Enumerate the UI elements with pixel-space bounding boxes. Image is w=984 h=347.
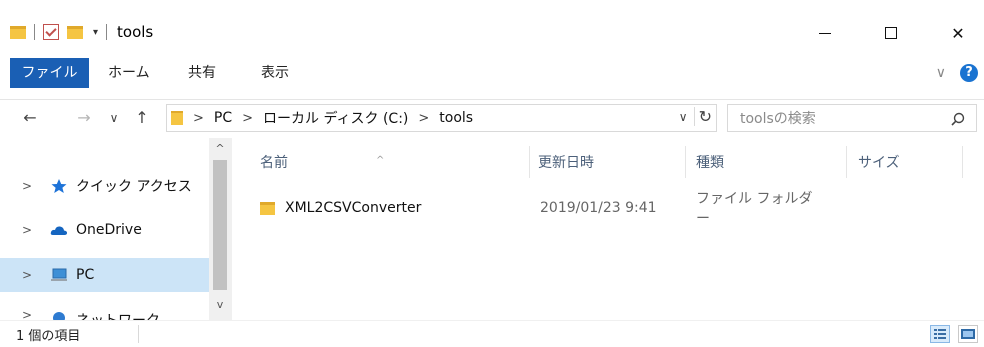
help-icon[interactable]: ? — [960, 64, 978, 82]
recent-locations-button[interactable]: ∨ — [104, 106, 124, 130]
address-bar[interactable]: > PC > ローカル ディスク (C:) > tools ∨ ↻ — [166, 104, 717, 132]
nav-item-pc[interactable]: > PC — [0, 258, 209, 292]
nav-item-onedrive[interactable]: > OneDrive — [0, 213, 209, 247]
ribbon-tabs: ファイル ホーム 共有 表示 ∨ ? — [0, 58, 984, 88]
column-divider[interactable] — [685, 146, 686, 178]
toolbar-separator — [34, 24, 35, 40]
column-divider[interactable] — [962, 146, 963, 178]
breadcrumb-local-disk[interactable]: ローカル ディスク (C:) — [263, 108, 408, 128]
file-type: ファイル フォルダー — [696, 191, 813, 227]
file-name: XML2CSVConverter — [285, 200, 422, 216]
nav-pane-scrollbar[interactable]: ^ v — [209, 138, 231, 320]
file-modified: 2019/01/23 9:41 — [540, 200, 657, 216]
file-list: ^ 名前 更新日時 種類 サイズ XML2CSVConverter 2019/0… — [232, 138, 984, 320]
nav-item-label: PC — [76, 267, 95, 283]
maximize-button[interactable] — [868, 18, 914, 48]
ribbon-expand-icon[interactable]: ∨ — [936, 65, 946, 81]
back-button[interactable]: ← — [18, 106, 42, 130]
properties-icon[interactable] — [43, 24, 59, 40]
address-controls: ∨ ↻ — [679, 107, 712, 126]
status-bar: 1 個の項目 — [0, 320, 984, 347]
new-folder-icon[interactable] — [67, 25, 83, 39]
nav-item-label: クイック アクセス — [76, 179, 192, 195]
column-divider[interactable] — [529, 146, 530, 178]
navigation-pane: > クイック アクセス > OneDrive > PC > ネットワーク ^ v — [0, 138, 232, 320]
breadcrumb-separator[interactable]: > — [242, 111, 253, 126]
nav-item-network[interactable]: > ネットワーク — [0, 304, 209, 320]
search-icon[interactable] — [951, 112, 965, 126]
folder-icon — [260, 201, 275, 215]
title-separator — [106, 24, 108, 40]
minimize-button[interactable] — [802, 18, 848, 48]
ribbon-controls: ∨ ? — [936, 64, 978, 82]
expand-chevron-icon[interactable]: > — [22, 223, 40, 237]
title-bar: ▾ tools ✕ — [0, 0, 984, 48]
close-button[interactable]: ✕ — [935, 18, 981, 48]
navigation-bar: ← → ∨ ↑ > PC > ローカル ディスク (C:) > tools ∨ … — [0, 99, 984, 135]
column-divider[interactable] — [846, 146, 847, 178]
status-divider — [138, 325, 139, 343]
tab-file[interactable]: ファイル — [10, 58, 89, 88]
location-folder-icon — [171, 111, 183, 125]
maximize-icon — [885, 27, 897, 39]
large-icons-view-button[interactable] — [958, 325, 978, 343]
expand-chevron-icon[interactable]: > — [22, 308, 40, 320]
forward-button[interactable]: → — [72, 106, 96, 130]
folder-icon[interactable] — [10, 25, 26, 39]
up-button[interactable]: ↑ — [132, 106, 152, 130]
search-input[interactable]: toolsの検索 — [727, 104, 977, 132]
column-header-label: 名前 — [260, 155, 288, 171]
column-header-size[interactable]: サイズ — [858, 146, 900, 180]
minimize-icon — [819, 32, 831, 34]
cloud-icon — [50, 226, 68, 235]
quick-access-toolbar: ▾ tools — [10, 22, 153, 42]
customize-toolbar-dropdown[interactable]: ▾ — [93, 27, 98, 38]
star-icon — [51, 179, 67, 193]
breadcrumb-separator[interactable]: > — [418, 111, 429, 126]
scroll-down-button[interactable]: v — [209, 298, 231, 314]
breadcrumb-pc[interactable]: PC — [214, 110, 232, 126]
scroll-up-button[interactable]: ^ — [209, 142, 231, 158]
sort-ascending-icon: ^ — [376, 155, 385, 166]
item-count: 1 個の項目 — [16, 329, 81, 344]
column-header-name[interactable]: ^ 名前 — [260, 146, 384, 180]
tab-share[interactable]: 共有 — [182, 58, 222, 88]
column-header-type[interactable]: 種類 — [696, 146, 724, 180]
nav-item-quick-access[interactable]: > クイック アクセス — [0, 169, 209, 203]
computer-icon — [51, 268, 67, 281]
refresh-icon[interactable]: ↻ — [693, 107, 712, 126]
network-icon — [53, 312, 65, 320]
details-view-icon — [934, 329, 946, 339]
table-row[interactable]: XML2CSVConverter 2019/01/23 9:41 ファイル フォ… — [260, 191, 820, 227]
nav-item-label: OneDrive — [76, 222, 142, 238]
expand-chevron-icon[interactable]: > — [22, 268, 40, 282]
breadcrumb-separator: > — [193, 110, 204, 126]
window-title: tools — [117, 23, 154, 41]
address-dropdown-icon[interactable]: ∨ — [679, 110, 688, 124]
expand-chevron-icon[interactable]: > — [22, 179, 40, 193]
large-icons-view-icon — [961, 329, 975, 339]
details-view-button[interactable] — [930, 325, 950, 343]
column-header-modified[interactable]: 更新日時 — [538, 146, 594, 180]
tab-home[interactable]: ホーム — [102, 58, 156, 88]
tab-view[interactable]: 表示 — [255, 58, 295, 88]
nav-item-label: ネットワーク — [76, 310, 160, 320]
breadcrumb-tools[interactable]: tools — [439, 110, 473, 126]
scrollbar-thumb[interactable] — [213, 160, 227, 290]
